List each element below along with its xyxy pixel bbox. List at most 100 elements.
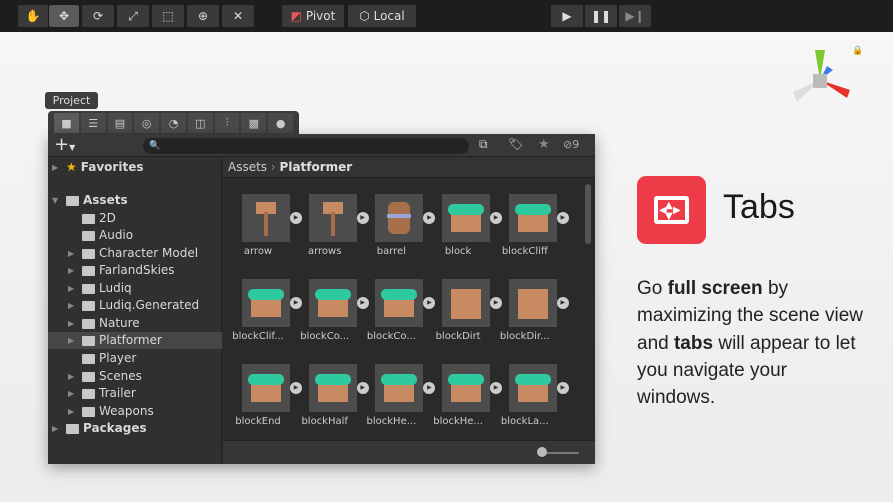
pivot-button[interactable]: ◩ Pivot xyxy=(282,5,344,27)
asset-item[interactable]: ▶ blockClif... xyxy=(223,279,302,342)
tree-folder[interactable]: ▶ Weapons xyxy=(68,403,154,420)
tree-folder[interactable]: Player xyxy=(68,350,136,367)
asset-thumbnail: ▶ xyxy=(442,364,503,412)
asset-item[interactable]: ▶ blockHe... xyxy=(423,364,503,427)
tree-favorites[interactable]: ▶ ★ Favorites xyxy=(52,159,143,176)
asset-item[interactable]: ▶ block xyxy=(423,194,503,257)
asset-item[interactable]: ▶ blockLa... xyxy=(490,364,569,427)
lock-icon[interactable]: 🔒 xyxy=(852,46,863,56)
folder-icon xyxy=(82,318,95,329)
folder-icon xyxy=(82,248,95,259)
search-input[interactable]: 🔍 xyxy=(143,138,469,154)
filter-type-icon[interactable]: ⧉ xyxy=(479,137,488,152)
asset-label: blockCo... xyxy=(300,331,350,342)
create-button[interactable]: +▼ xyxy=(54,134,75,159)
expand-icon[interactable]: ▶ xyxy=(556,212,569,224)
tree-label: Ludiq.Generated xyxy=(99,298,200,312)
folder-icon xyxy=(82,388,95,399)
asset-label: arrow xyxy=(243,246,273,257)
expand-icon[interactable]: ▶ xyxy=(556,297,569,309)
hierarchy-tab-icon[interactable]: ☰ xyxy=(80,113,106,133)
scrollbar[interactable] xyxy=(585,184,591,244)
folder-icon xyxy=(82,283,95,294)
breadcrumb-platformer[interactable]: Platformer xyxy=(280,160,353,174)
mixer-tab-icon[interactable]: ⫶ xyxy=(214,113,240,133)
tree-folder[interactable]: ▶ Trailer xyxy=(68,385,136,402)
tree-folder[interactable]: ▶ Character Model xyxy=(68,245,198,262)
rotate-tool-button[interactable]: ⟳ xyxy=(82,5,114,27)
asset-item[interactable]: ▶ blockCliff xyxy=(490,194,569,257)
asset-item[interactable]: ▶ blockDir... xyxy=(490,279,569,342)
asset-item[interactable]: ▶ blockDirt xyxy=(423,279,503,342)
asset-item[interactable]: ▶ blockCo... xyxy=(356,279,436,342)
asset-item[interactable]: ▶ blockHalf xyxy=(290,364,369,427)
asset-item[interactable]: ▶ blockEnd xyxy=(223,364,302,427)
tree-folder[interactable]: ▶ Ludiq.Generated xyxy=(68,297,199,314)
move-tool-button[interactable]: ✥ xyxy=(49,5,79,27)
asset-item[interactable]: ▶ blockHe... xyxy=(356,364,436,427)
asset-label: blockCo... xyxy=(366,331,416,342)
rect-tool-button[interactable]: ⬚ xyxy=(152,5,184,27)
scene-tab-icon[interactable]: ▩ xyxy=(241,113,267,133)
hand-tool-button[interactable]: ✋ xyxy=(18,5,48,27)
tree-label: Trailer xyxy=(99,386,136,400)
label-icon[interactable]: 🏷 xyxy=(508,137,523,151)
folder-icon xyxy=(82,335,95,346)
asset-thumbnail: ▶ xyxy=(508,364,569,412)
tree-label: Nature xyxy=(99,316,140,330)
unity-toolbar: ✋ ✥ ⟳ ⤢ ⬚ ⊕ ✕ ◩ Pivot ⬡ Local ▶ ❚❚ ▶❙ xyxy=(0,0,893,32)
local-button[interactable]: ⬡ Local xyxy=(348,5,416,27)
asset-item[interactable]: ▶ blockCo... xyxy=(290,279,369,342)
zoom-slider[interactable] xyxy=(543,452,579,454)
asset-label: arrows xyxy=(307,246,342,257)
asset-thumbnail: ▶ xyxy=(442,279,503,327)
project-tab-icon[interactable]: ■ xyxy=(54,113,79,133)
asset-item[interactable]: ▶ barrel xyxy=(356,194,436,257)
custom-tool-button[interactable]: ✕ xyxy=(222,5,254,27)
tree-folder[interactable]: ▶ Scenes xyxy=(68,368,142,385)
hidden-packages-button[interactable]: ⊘9 xyxy=(563,138,579,151)
expand-icon[interactable]: ▶ xyxy=(556,382,569,394)
zoom-slider-handle[interactable] xyxy=(537,447,547,457)
transform-tool-button[interactable]: ⊕ xyxy=(187,5,219,27)
breadcrumb: Assets › Platformer xyxy=(223,157,595,178)
breadcrumb-assets[interactable]: Assets xyxy=(228,160,267,174)
scene-gizmo[interactable] xyxy=(785,42,860,114)
tree-folder[interactable]: ▶ Ludiq xyxy=(68,280,132,297)
play-button[interactable]: ▶ xyxy=(551,5,583,27)
tree-folder[interactable]: ▶ FarlandSkies xyxy=(68,262,175,279)
project-panel: +▼ 🔍 ⧉ 🏷 ★ ⊘9 ▶ ★ Favorites ▼ Assets 2D Aud… xyxy=(48,134,595,464)
tabs-icon: ▲ ▼ ◀ ▶ xyxy=(637,176,706,244)
tree-packages[interactable]: ▶ Packages xyxy=(52,420,147,437)
tree-label: Player xyxy=(99,351,137,365)
asset-thumbnail: ▶ xyxy=(242,194,302,242)
asset-label: blockCliff xyxy=(501,246,548,257)
asset-label: blockDirt xyxy=(435,331,481,342)
callout-title: Tabs xyxy=(723,188,795,226)
asset-item[interactable]: ▶ arrow xyxy=(223,194,302,257)
tree-folder-selected[interactable]: ▶ Platformer xyxy=(48,332,222,349)
folder-tree: ▶ ★ Favorites ▼ Assets 2D Audio ▶ Character … xyxy=(48,157,222,464)
animation-tab-icon[interactable]: ◔ xyxy=(161,113,186,133)
gizmo-center xyxy=(813,74,827,88)
play-icon: ▶ xyxy=(562,9,572,23)
timeline-tab-icon[interactable]: ◫ xyxy=(187,113,213,133)
asset-label: blockClif... xyxy=(232,331,284,342)
tree-folder[interactable]: 2D xyxy=(68,210,116,227)
inspector-tab-icon[interactable]: ▤ xyxy=(107,113,133,133)
tree-label: Character Model xyxy=(99,246,199,260)
tree-folder[interactable]: Audio xyxy=(68,227,133,244)
step-button[interactable]: ▶❙ xyxy=(619,5,651,27)
tree-folder[interactable]: ▶ Nature xyxy=(68,315,140,332)
lighting-tab-icon[interactable]: ● xyxy=(268,113,294,133)
asset-label: blockHe... xyxy=(433,416,483,427)
star-icon: ★ xyxy=(66,160,77,174)
asset-item[interactable]: ▶ arrows xyxy=(290,194,369,257)
pivot-icon: ◩ xyxy=(290,9,303,23)
pause-button[interactable]: ❚❚ xyxy=(585,5,617,27)
game-tab-icon[interactable]: ◎ xyxy=(134,113,160,133)
scale-tool-button[interactable]: ⤢ xyxy=(117,5,149,27)
tree-assets[interactable]: ▼ Assets xyxy=(52,192,128,209)
star-icon[interactable]: ★ xyxy=(538,137,550,152)
asset-label: blockDir... xyxy=(499,331,550,342)
